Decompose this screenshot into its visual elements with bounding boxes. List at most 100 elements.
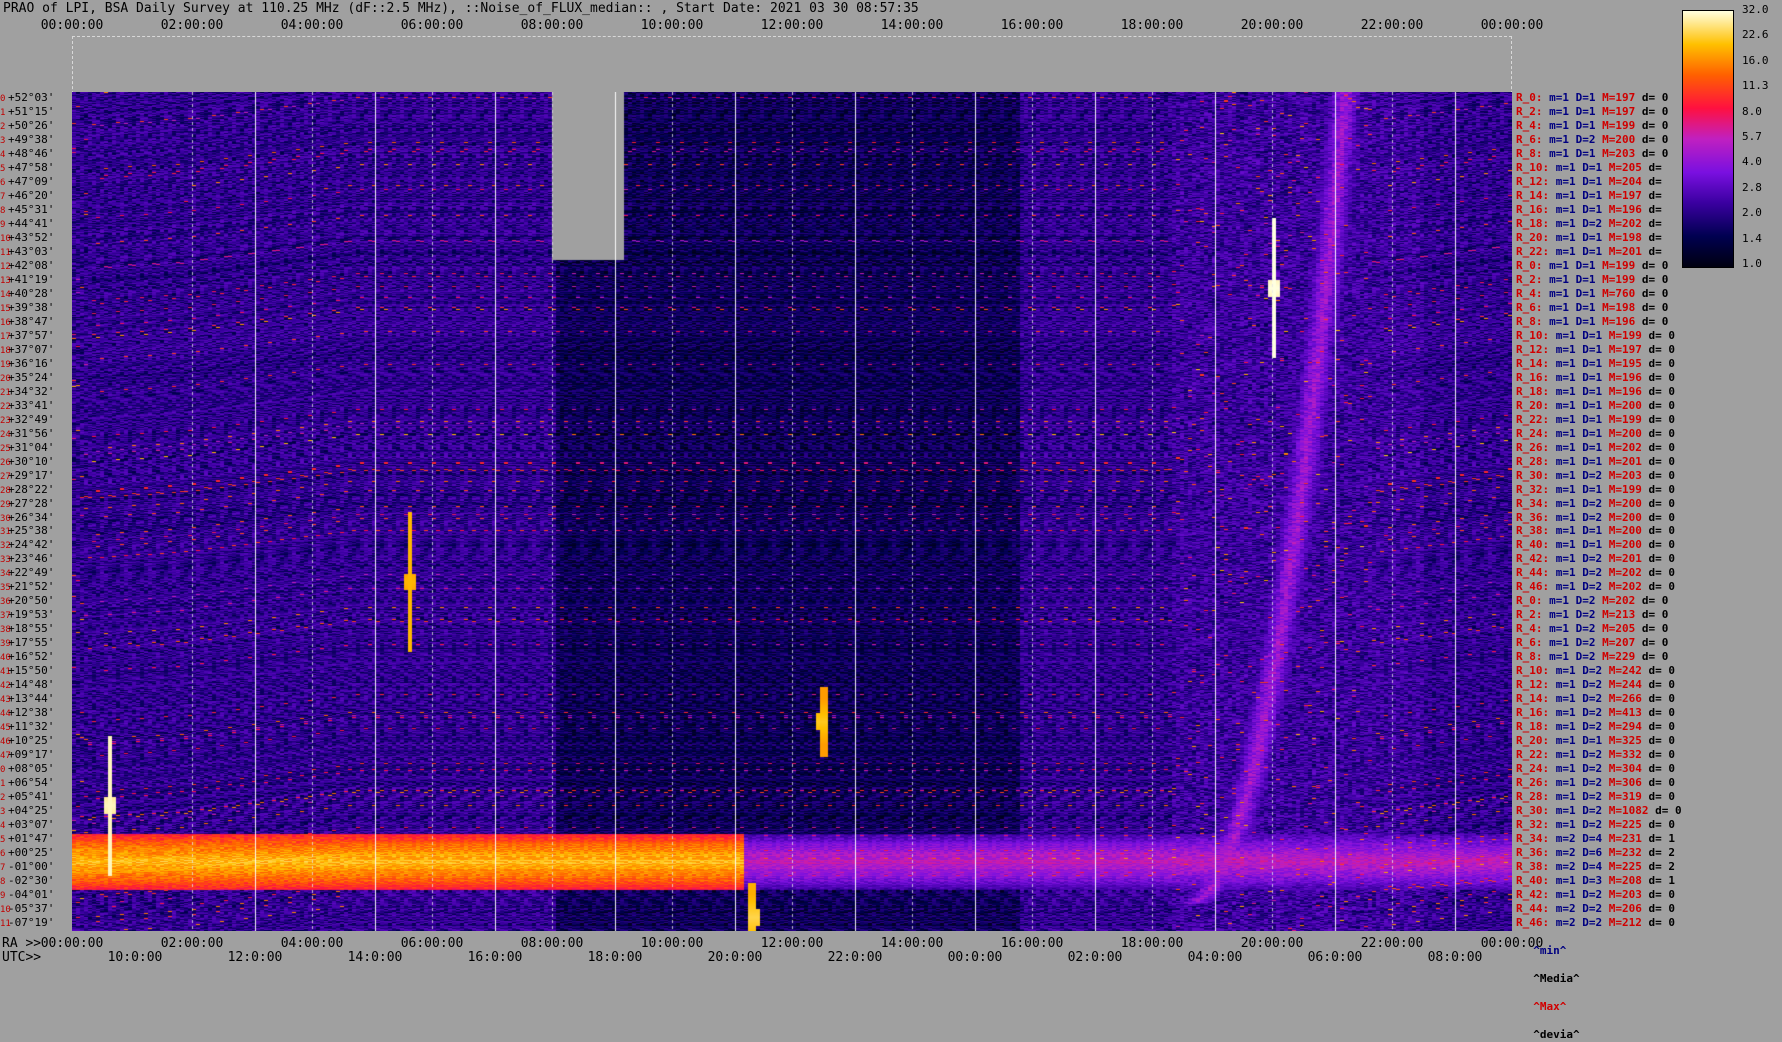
row-stat: R_16: m=1 D=1 M=196 d= 0 [1516, 371, 1675, 385]
row-stat-mx: M=202 [1608, 440, 1642, 454]
declination-row: 46+10°25' [0, 734, 54, 748]
declination-label: +04°25' [8, 804, 55, 818]
row-stat-m: m=1 [1555, 454, 1576, 468]
declination-row: 6 +00°25' [0, 846, 54, 860]
declination-label: +18°55' [8, 622, 55, 636]
row-stat: R_6: m=1 D=2 M=200 d= 0 [1516, 133, 1668, 147]
declination-row: 26+30°10' [0, 455, 54, 469]
row-index: 42 [0, 681, 11, 692]
colorbar-tick: 22.6 [1742, 28, 1769, 42]
row-stat: R_32: m=1 D=2 M=225 d= 0 [1516, 818, 1675, 832]
row-stat-mx: M=202 [1608, 216, 1642, 230]
declination-label: +31°56' [8, 426, 55, 440]
declination-row: 40+16°52' [0, 650, 54, 664]
row-stat-d: D=2 [1582, 804, 1603, 818]
declination-label: +34°32' [8, 384, 55, 398]
row-stat-mx: M=225 [1608, 818, 1642, 832]
declination-row: 20+35°24' [0, 371, 54, 385]
row-stat-dv: d= [1648, 188, 1662, 202]
row-stat-d: D=2 [1582, 748, 1603, 762]
row-stat: R_10: m=1 D=1 M=199 d= 0 [1516, 329, 1675, 343]
row-stat-dv: d= 0 [1641, 132, 1669, 146]
row-stat-mx: M=212 [1608, 916, 1642, 930]
top-tick-label: 00:00:00 [40, 18, 104, 33]
row-stat: R_10: m=1 D=2 M=242 d= 0 [1516, 664, 1675, 678]
row-stat-d: D=2 [1582, 510, 1603, 524]
declination-label: +16°52' [8, 650, 55, 664]
row-stat-dv: d= 2 [1648, 846, 1676, 860]
utc-tick-label: 18:0:00 [587, 950, 643, 965]
row-stat-d: D=1 [1582, 356, 1603, 370]
declination-label: +47°09' [8, 174, 55, 188]
row-stat-m: m=2 [1555, 860, 1576, 874]
row-stat-m: m=1 [1555, 748, 1576, 762]
row-stat-r: R_32: [1516, 482, 1550, 496]
row-stat-d: D=1 [1575, 104, 1596, 118]
declination-label: +33°41' [8, 398, 55, 412]
row-stat-dv: d= 0 [1641, 608, 1669, 622]
row-index: 4 [0, 821, 6, 832]
row-stat-mx: M=197 [1608, 188, 1642, 202]
row-stat-r: R_22: [1516, 748, 1550, 762]
row-stat-r: R_0: [1516, 91, 1543, 104]
top-tick-label: 08:00:00 [520, 18, 584, 33]
declination-row: 23+32°49' [0, 413, 54, 427]
row-stat-d: D=2 [1582, 566, 1603, 580]
row-stat: R_18: m=1 D=2 M=294 d= 0 [1516, 720, 1675, 734]
row-stat-m: m=1 [1555, 440, 1576, 454]
row-stat: R_24: m=1 D=2 M=304 d= 0 [1516, 762, 1675, 776]
row-stat-dv: d= 0 [1641, 258, 1669, 272]
declination-row: 31+25°38' [0, 524, 54, 538]
row-stat: R_40: m=1 D=1 M=200 d= 0 [1516, 538, 1675, 552]
row-index: 9 [0, 891, 6, 902]
row-stat: R_10: m=1 D=1 M=205 d= [1516, 161, 1662, 175]
declination-label: +48°46' [8, 146, 55, 160]
row-stat-d: D=1 [1575, 118, 1596, 132]
declination-row: 2 +50°26' [0, 119, 54, 133]
row-stat-mx: M=266 [1608, 692, 1642, 706]
row-stat-r: R_12: [1516, 678, 1550, 692]
declination-row: 5 +01°47' [0, 832, 54, 846]
row-stat-mx: M=325 [1608, 734, 1642, 748]
row-stat-m: m=2 [1555, 846, 1576, 860]
row-stat-d: D=1 [1582, 398, 1603, 412]
row-index: 20 [0, 373, 11, 384]
row-index: 1 [0, 779, 6, 790]
ra-tick-label: 12:00:00 [760, 936, 824, 951]
colorbar-tick: 1.4 [1742, 231, 1762, 245]
utc-tick-label: 00:0:00 [947, 950, 1003, 965]
row-stat-d: D=1 [1582, 454, 1603, 468]
top-tick-label: 14:00:00 [880, 18, 944, 33]
declination-row: 41+15°50' [0, 664, 54, 678]
top-tick-label: 00:00:00 [1480, 18, 1544, 33]
row-stat: R_30: m=1 D=2 M=1082 d= 0 [1516, 804, 1682, 818]
row-stat-mx: M=229 [1602, 650, 1636, 664]
declination-label: +51°15' [8, 104, 55, 118]
row-stat: R_34: m=1 D=2 M=200 d= 0 [1516, 497, 1675, 511]
row-stat: R_30: m=1 D=2 M=203 d= 0 [1516, 469, 1675, 483]
row-index: 2 [0, 793, 6, 804]
row-stat-m: m=1 [1555, 762, 1576, 776]
declination-label: +01°47' [8, 832, 55, 846]
row-stat-dv: d= [1648, 230, 1662, 244]
utc-tick-label: 10:0:00 [107, 950, 163, 965]
row-index: 7 [0, 191, 6, 202]
row-stat: R_8: m=1 D=1 M=203 d= 0 [1516, 147, 1668, 161]
declination-label: +22°49' [8, 566, 55, 580]
row-index: 8 [0, 205, 6, 216]
row-stat-mx: M=197 [1602, 91, 1636, 104]
row-index: 5 [0, 835, 6, 846]
row-stat-mx: M=1082 [1608, 804, 1649, 818]
row-stat-d: D=2 [1582, 216, 1603, 230]
row-stat-mx: M=201 [1608, 454, 1642, 468]
row-stat-dv: d= 0 [1648, 412, 1676, 426]
row-stat-d: D=2 [1582, 776, 1603, 790]
row-stat-m: m=1 [1555, 580, 1576, 594]
row-stat-m: m=1 [1555, 230, 1576, 244]
row-index: 22 [0, 401, 11, 412]
row-stat-d: D=1 [1575, 272, 1596, 286]
legend-median: ^Media^ [1533, 972, 1580, 985]
declination-label: +09°17' [8, 748, 55, 762]
declination-row: 2 +05°41' [0, 790, 54, 804]
declination-label: +44°41' [8, 216, 55, 230]
